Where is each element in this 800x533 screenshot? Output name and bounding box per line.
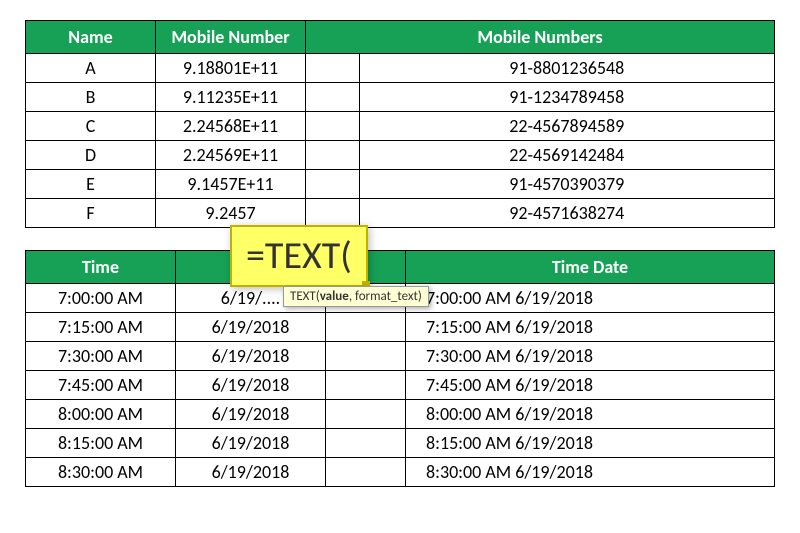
cell-mobile[interactable]: 9.11235E+11 [156, 83, 306, 112]
cell-time[interactable]: 8:30:00 AM [26, 458, 176, 487]
cell-timedate[interactable]: 7:30:00 AM 6/19/2018 [406, 342, 775, 371]
cell-timedate[interactable]: 7:00:00 AM 6/19/2018 [406, 284, 775, 313]
cell-empty[interactable] [306, 83, 360, 112]
cell-time[interactable]: 7:00:00 AM [26, 284, 176, 313]
cell-empty[interactable] [326, 313, 406, 342]
cell-time[interactable]: 8:15:00 AM [26, 429, 176, 458]
cell-empty[interactable] [306, 199, 360, 228]
cell-mobiles[interactable]: 91-8801236548 [359, 54, 775, 83]
cell-name[interactable]: E [26, 170, 156, 199]
cell-time[interactable]: 8:00:00 AM [26, 400, 176, 429]
tooltip-arg-bold: value [320, 289, 349, 304]
cell-time[interactable]: 7:15:00 AM [26, 313, 176, 342]
table-row[interactable]: 8:00:00 AM 6/19/2018 8:00:00 AM 6/19/201… [26, 400, 775, 429]
table-row[interactable]: F 9.2457 92-4571638274 [26, 199, 775, 228]
cell-date[interactable]: 6/19/2018 [176, 371, 326, 400]
cell-empty[interactable] [306, 54, 360, 83]
cell-date[interactable]: 6/19/2018 [176, 342, 326, 371]
cell-timedate[interactable]: 7:45:00 AM 6/19/2018 [406, 371, 775, 400]
time-table-body: 7:00:00 AM 6/19/.... 7:00:00 AM 6/19/201… [26, 284, 775, 487]
header-timedate[interactable]: Time Date [406, 251, 775, 284]
cell-mobiles[interactable]: 92-4571638274 [359, 199, 775, 228]
cell-empty[interactable] [306, 141, 360, 170]
cell-time[interactable]: 7:30:00 AM [26, 342, 176, 371]
table-row[interactable]: B 9.11235E+11 91-1234789458 [26, 83, 775, 112]
cell-name[interactable]: A [26, 54, 156, 83]
cell-mobile[interactable]: 9.18801E+11 [156, 54, 306, 83]
cell-name[interactable]: D [26, 141, 156, 170]
cell-time[interactable]: 7:45:00 AM [26, 371, 176, 400]
cell-name[interactable]: B [26, 83, 156, 112]
cell-empty[interactable] [306, 170, 360, 199]
table-row[interactable]: E 9.1457E+11 91-4570390379 [26, 170, 775, 199]
cell-mobiles[interactable]: 91-1234789458 [359, 83, 775, 112]
table-row[interactable]: 8:30:00 AM 6/19/2018 8:30:00 AM 6/19/201… [26, 458, 775, 487]
cell-mobile[interactable]: 2.24569E+11 [156, 141, 306, 170]
tooltip-func: TEXT( [290, 289, 320, 304]
cell-timedate[interactable]: 8:00:00 AM 6/19/2018 [406, 400, 775, 429]
header-time[interactable]: Time [26, 251, 176, 284]
cell-name[interactable]: F [26, 199, 156, 228]
table-header-row: Name Mobile Number Mobile Numbers [26, 21, 775, 54]
table-row[interactable]: 7:45:00 AM 6/19/2018 7:45:00 AM 6/19/201… [26, 371, 775, 400]
cell-mobiles[interactable]: 22-4569142484 [359, 141, 775, 170]
cell-date[interactable]: 6/19/2018 [176, 400, 326, 429]
mobile-table[interactable]: Name Mobile Number Mobile Numbers A 9.18… [25, 20, 775, 228]
cell-empty[interactable] [326, 429, 406, 458]
table-row[interactable]: D 2.24569E+11 22-4569142484 [26, 141, 775, 170]
header-mobile-number[interactable]: Mobile Number [156, 21, 306, 54]
formula-tooltip: TEXT(value, format_text) [283, 286, 429, 307]
mobile-table-body: A 9.18801E+11 91-8801236548 B 9.11235E+1… [26, 54, 775, 228]
header-name[interactable]: Name [26, 21, 156, 54]
formula-text: =TEXT( [246, 233, 352, 279]
cell-empty[interactable] [326, 371, 406, 400]
table-row[interactable]: 7:15:00 AM 6/19/2018 7:15:00 AM 6/19/201… [26, 313, 775, 342]
cell-name[interactable]: C [26, 112, 156, 141]
cell-timedate[interactable]: 7:15:00 AM 6/19/2018 [406, 313, 775, 342]
cell-mobile[interactable]: 9.2457 [156, 199, 306, 228]
cell-date[interactable]: 6/19/2018 [176, 429, 326, 458]
cell-empty[interactable] [326, 400, 406, 429]
cell-empty[interactable] [326, 342, 406, 371]
cell-mobiles[interactable]: 91-4570390379 [359, 170, 775, 199]
cell-timedate[interactable]: 8:30:00 AM 6/19/2018 [406, 458, 775, 487]
cell-timedate[interactable]: 8:15:00 AM 6/19/2018 [406, 429, 775, 458]
cell-mobile[interactable]: 9.1457E+11 [156, 170, 306, 199]
table-row[interactable]: 8:15:00 AM 6/19/2018 8:15:00 AM 6/19/201… [26, 429, 775, 458]
table-row[interactable]: A 9.18801E+11 91-8801236548 [26, 54, 775, 83]
cell-empty[interactable] [326, 458, 406, 487]
header-mobile-numbers[interactable]: Mobile Numbers [306, 21, 775, 54]
tooltip-rest: , format_text) [349, 289, 422, 304]
cell-date[interactable]: 6/19/2018 [176, 458, 326, 487]
cell-mobile[interactable]: 2.24568E+11 [156, 112, 306, 141]
table-row[interactable]: 7:30:00 AM 6/19/2018 7:30:00 AM 6/19/201… [26, 342, 775, 371]
cell-mobiles[interactable]: 22-4567894589 [359, 112, 775, 141]
table-header-row: Time Da Time Date [26, 251, 775, 284]
table-row[interactable]: C 2.24568E+11 22-4567894589 [26, 112, 775, 141]
formula-cell-editor[interactable]: =TEXT( [230, 225, 368, 287]
cell-empty[interactable] [306, 112, 360, 141]
cell-date[interactable]: 6/19/2018 [176, 313, 326, 342]
